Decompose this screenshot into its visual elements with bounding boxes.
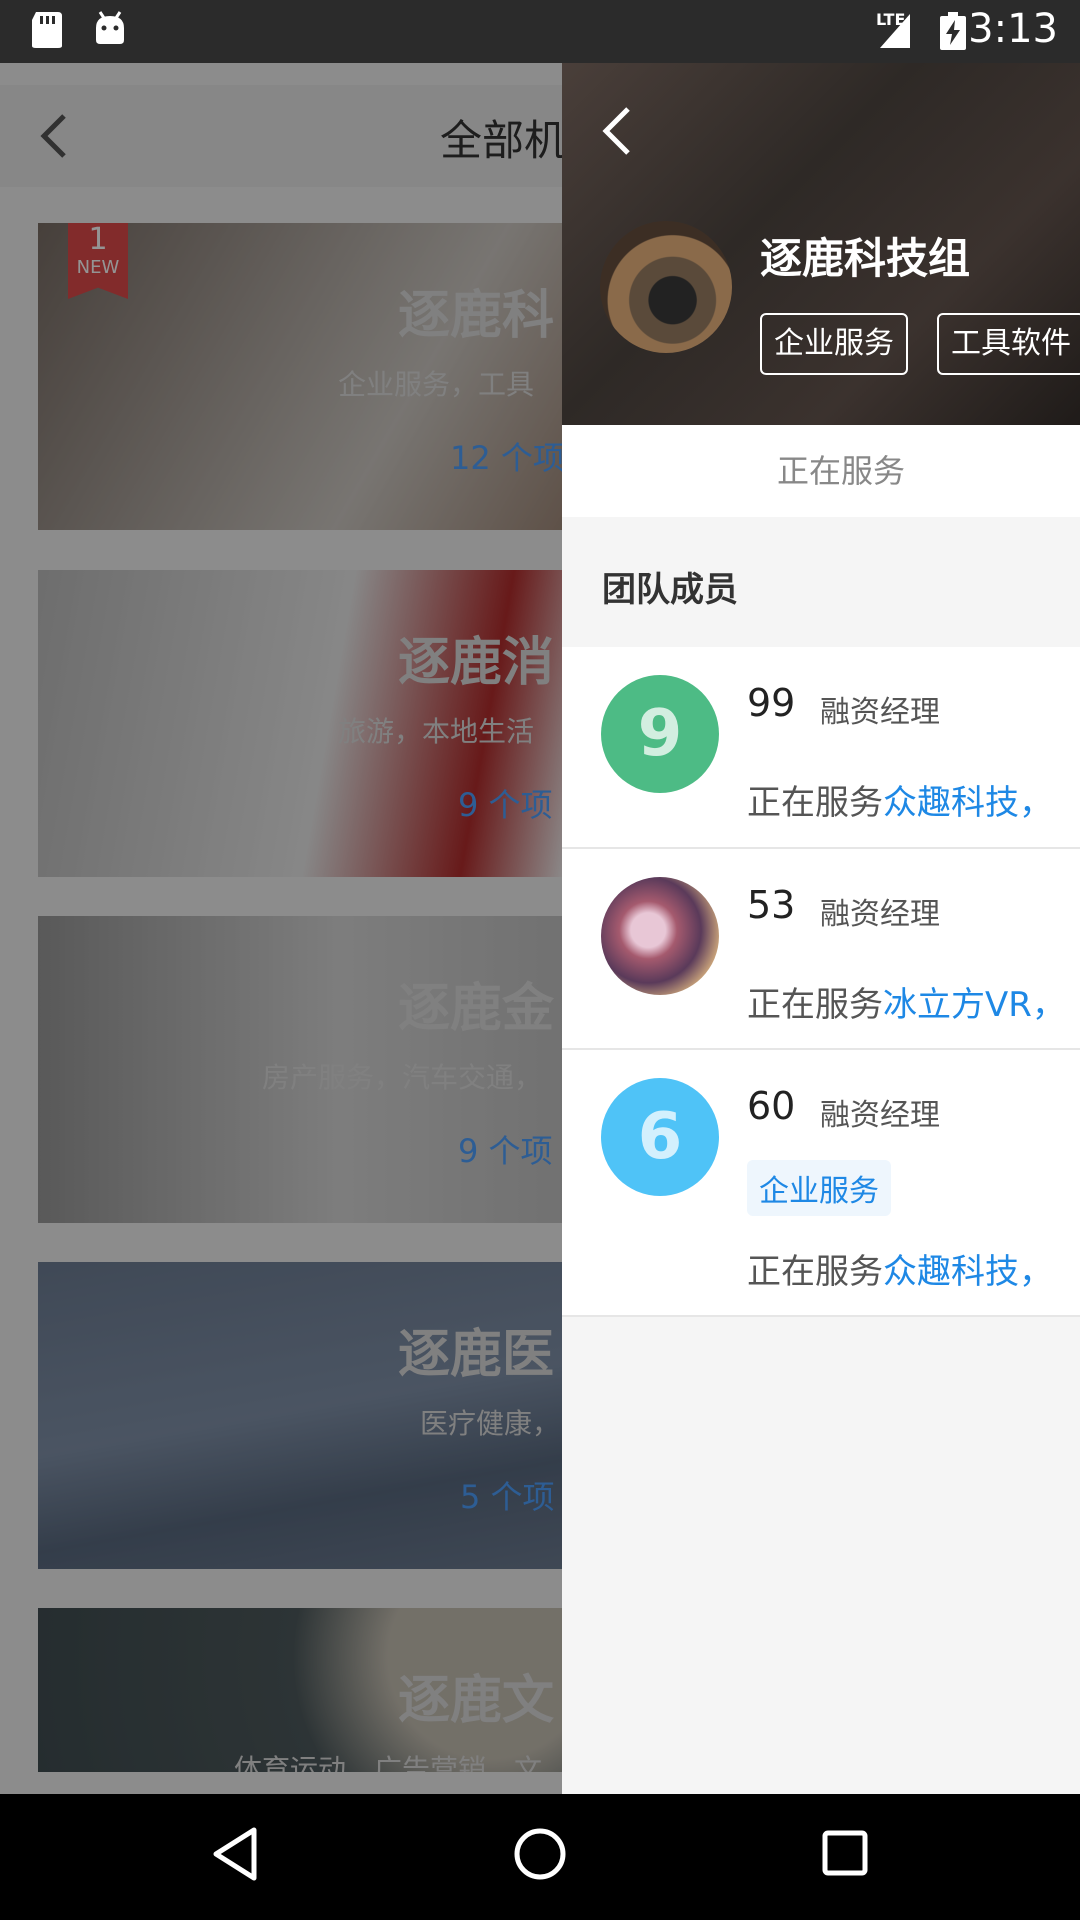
serving-prefix: 正在服务 [747, 1252, 883, 1292]
group-avatar [600, 221, 732, 353]
serving-prefix: 正在服务 [747, 985, 883, 1025]
member-number: 60 [747, 1084, 796, 1128]
group-tag: 工具软件 [937, 313, 1080, 375]
member-number: 99 [747, 681, 796, 725]
group-name: 逐鹿科技组 [760, 234, 971, 283]
member-role: 融资经理 [820, 897, 940, 932]
status-bar: LTE 3:13 [0, 0, 1080, 63]
home-nav-icon[interactable] [512, 1824, 568, 1884]
recents-nav-icon[interactable] [820, 1824, 870, 1884]
sd-card-icon [32, 12, 62, 48]
serving-company-link[interactable]: 众趣科技， [883, 1252, 1053, 1292]
serving-status: 正在服务 [562, 425, 1080, 517]
section-title: 团队成员 [602, 570, 738, 610]
battery-charging-icon [940, 12, 966, 50]
back-arrow-icon[interactable] [598, 103, 638, 159]
members-section-header: 团队成员 [562, 517, 1080, 647]
serving-company-link[interactable]: 冰立方VR， [883, 985, 1066, 1025]
group-tag: 企业服务 [760, 313, 908, 375]
signal-icon [880, 14, 910, 48]
android-icon [96, 11, 124, 44]
serving-prefix: 正在服务 [747, 783, 883, 823]
member-serving: 正在服务冰立方VR， [747, 977, 1066, 1026]
member-serving: 正在服务众趣科技， [747, 775, 1053, 824]
member-tag: 企业服务 [747, 1160, 891, 1216]
member-number: 53 [747, 883, 796, 927]
serving-company-link[interactable]: 众趣科技， [883, 783, 1053, 823]
clock: 3:13 [968, 6, 1058, 52]
drawer-header: 逐鹿科技组 企业服务 工具软件 [562, 63, 1080, 425]
member-row[interactable]: 9 99 融资经理 正在服务众趣科技， [562, 647, 1080, 849]
member-role: 融资经理 [820, 695, 940, 730]
back-nav-icon[interactable] [210, 1824, 260, 1884]
member-role: 融资经理 [820, 1098, 940, 1133]
navigation-bar [0, 1794, 1080, 1920]
team-drawer: 逐鹿科技组 企业服务 工具软件 正在服务 团队成员 9 99 融资经理 正在服务… [562, 63, 1080, 1794]
member-row[interactable]: 6 60 融资经理 企业服务 正在服务众趣科技， [562, 1050, 1080, 1317]
member-avatar: 6 [601, 1078, 719, 1196]
member-avatar-photo [601, 877, 719, 995]
member-row[interactable]: 53 融资经理 正在服务冰立方VR， [562, 849, 1080, 1050]
member-serving: 正在服务众趣科技， [747, 1244, 1053, 1293]
member-avatar: 9 [601, 675, 719, 793]
